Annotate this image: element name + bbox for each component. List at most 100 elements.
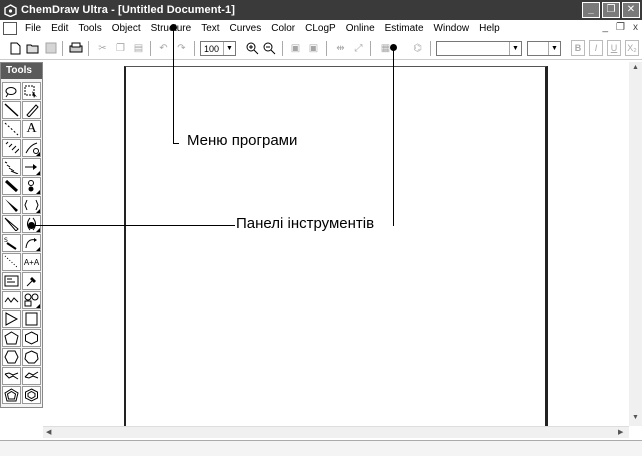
doc-close-button[interactable]: x: [633, 22, 638, 33]
structure-to-name-icon[interactable]: ⌬: [410, 41, 425, 55]
copy-icon[interactable]: ❐: [113, 41, 128, 55]
print-icon[interactable]: [68, 41, 83, 55]
chemdraw-app-icon[interactable]: [3, 3, 17, 17]
solid-bond-tool[interactable]: [2, 101, 21, 119]
open-folder-icon[interactable]: [25, 41, 40, 55]
cyclopentane-tool[interactable]: [2, 329, 21, 347]
scroll-up-icon[interactable]: ▲: [632, 64, 639, 71]
zoom-out-icon[interactable]: [262, 41, 277, 55]
document-page[interactable]: [124, 66, 548, 428]
toolbar-separator: [88, 41, 89, 56]
menu-curves[interactable]: Curves: [225, 23, 267, 34]
scroll-down-icon[interactable]: ▼: [632, 414, 639, 421]
cycloheptane-tool[interactable]: [22, 348, 41, 366]
wedge-bond-tool[interactable]: [2, 196, 21, 214]
cyclohexane-flat-tool[interactable]: [2, 348, 21, 366]
minimize-button[interactable]: _: [582, 2, 600, 18]
template-tool[interactable]: [2, 272, 21, 290]
redo-icon[interactable]: ↷: [174, 41, 189, 55]
underline-button[interactable]: U: [607, 40, 621, 56]
menu-help[interactable]: Help: [474, 23, 505, 34]
document-icon[interactable]: [3, 22, 17, 35]
arc-tool[interactable]: [22, 234, 41, 252]
menu-object[interactable]: Object: [107, 23, 146, 34]
main-toolbar: ✂ ❐ ▤ ↶ ↷ 100 ▼ ▣ ▣ ⇹ ⤢ ▦ ⌬ ▼ ▼ B I U X₂: [0, 37, 642, 60]
bring-to-front-icon[interactable]: ▣: [288, 41, 303, 55]
menu-online[interactable]: Online: [341, 23, 380, 34]
send-to-back-icon[interactable]: ▣: [306, 41, 321, 55]
menu-bar: File Edit Tools Object Structure Text Cu…: [0, 20, 642, 37]
cut-icon[interactable]: ✂: [95, 41, 110, 55]
doc-restore-button[interactable]: ❐: [616, 22, 625, 33]
save-icon[interactable]: [43, 41, 58, 55]
toolbar-separator: [326, 41, 327, 56]
orbital-tool[interactable]: [22, 177, 41, 195]
hollow-wedge-bond-tool[interactable]: [2, 215, 21, 233]
chevron-down-icon: ▼: [548, 42, 560, 55]
eraser-tool[interactable]: [22, 101, 41, 119]
benzene-tool[interactable]: [22, 386, 41, 404]
cyclopentadiene-tool[interactable]: [2, 386, 21, 404]
toolbar-separator: [282, 41, 283, 56]
menu-callout-line: [173, 143, 179, 144]
wavy-bond-tool[interactable]: S: [2, 234, 21, 252]
bold-bond-tool[interactable]: [2, 177, 21, 195]
subscript-button[interactable]: X₂: [625, 40, 639, 56]
new-document-icon[interactable]: [8, 41, 23, 55]
arrow-tool[interactable]: [22, 158, 41, 176]
paste-icon[interactable]: ▤: [131, 41, 146, 55]
hashed-bond-tool[interactable]: [2, 139, 21, 157]
chair-cyclohexane-alt-tool[interactable]: [22, 367, 41, 385]
window-title: ChemDraw Ultra - [Untitled Document-1]: [21, 4, 236, 16]
flip-horizontal-icon[interactable]: ⇹: [333, 41, 348, 55]
menu-tools[interactable]: Tools: [73, 23, 106, 34]
cyclohexane-tool[interactable]: [22, 329, 41, 347]
zoom-value: 100: [204, 43, 220, 54]
scroll-right-icon[interactable]: ▶: [618, 428, 623, 436]
drawing-elements-tool[interactable]: [22, 196, 41, 214]
menu-estimate[interactable]: Estimate: [380, 23, 429, 34]
submenu-indicator: [36, 209, 40, 213]
hashed-wedge-bond-tool[interactable]: [2, 158, 21, 176]
text-tool[interactable]: A: [22, 120, 41, 138]
document-window-controls: _ ❐ x: [602, 22, 638, 33]
scroll-left-icon[interactable]: ◀: [46, 428, 51, 436]
restore-button[interactable]: ❐: [602, 2, 620, 18]
toolbar-separator: [430, 41, 431, 56]
palette-title[interactable]: Tools: [1, 63, 42, 79]
zoom-select[interactable]: 100 ▼: [200, 41, 236, 56]
menu-file[interactable]: File: [20, 23, 46, 34]
menu-window[interactable]: Window: [429, 23, 475, 34]
vertical-scrollbar[interactable]: ▲ ▼: [629, 62, 642, 426]
chevron-down-icon: ▼: [509, 42, 521, 55]
cyclobutane-tool[interactable]: [22, 310, 41, 328]
horizontal-scrollbar[interactable]: ◀ ▶: [43, 426, 629, 438]
chain-tool[interactable]: [2, 291, 21, 309]
chair-cyclohexane-tool[interactable]: [2, 367, 21, 385]
italic-button[interactable]: I: [589, 40, 603, 56]
menu-text[interactable]: Text: [196, 23, 224, 34]
font-select[interactable]: ▼: [436, 41, 522, 56]
reaction-atom-map-tool[interactable]: A+A: [22, 253, 41, 271]
query-tool[interactable]: [22, 272, 41, 290]
cyclopropane-tool[interactable]: [2, 310, 21, 328]
marquee-select-tool[interactable]: [22, 82, 41, 100]
dashed-bond-tool[interactable]: [2, 120, 21, 138]
close-button[interactable]: ✕: [622, 2, 640, 18]
menu-edit[interactable]: Edit: [46, 23, 73, 34]
submenu-indicator: [36, 171, 40, 175]
undo-icon[interactable]: ↶: [156, 41, 171, 55]
menu-color[interactable]: Color: [266, 23, 300, 34]
font-size-select[interactable]: ▼: [527, 41, 561, 56]
lasso-tool[interactable]: [2, 82, 21, 100]
dotted-bond-tool[interactable]: [2, 253, 21, 271]
templates-palette-tool[interactable]: [22, 291, 41, 309]
bold-button[interactable]: B: [571, 40, 585, 56]
rotate-icon[interactable]: ⤢: [351, 41, 366, 55]
menu-clogp[interactable]: CLogP: [300, 23, 341, 34]
submenu-indicator: [36, 228, 40, 232]
doc-minimize-button[interactable]: _: [602, 22, 608, 33]
zoom-in-icon[interactable]: [245, 41, 260, 55]
palette-tool-grid: A S A+A: [2, 82, 41, 405]
pen-tool[interactable]: [22, 139, 41, 157]
